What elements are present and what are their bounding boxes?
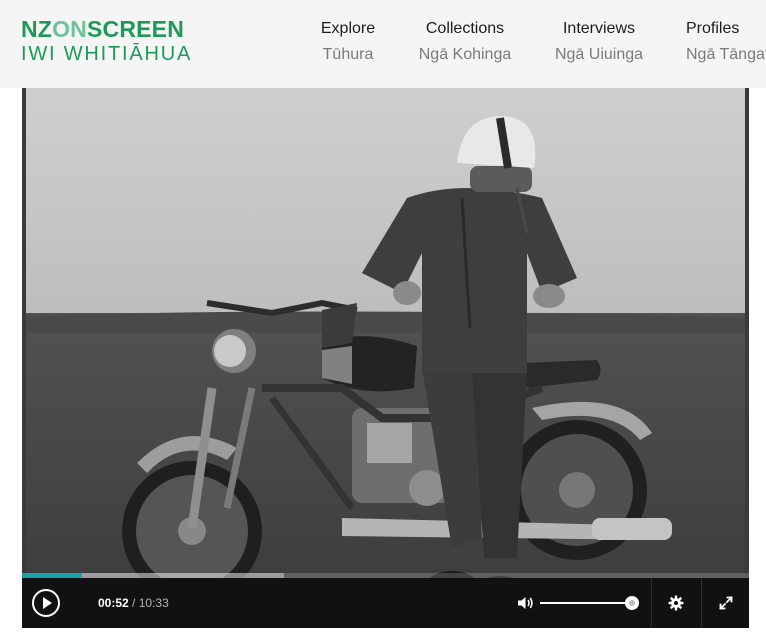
controls-divider: [701, 578, 702, 628]
play-icon[interactable]: [31, 588, 61, 618]
fullscreen-icon[interactable]: [719, 596, 733, 610]
video-player[interactable]: 00:52 / 10:33: [22, 88, 749, 628]
nav-item-interviews[interactable]: Interviews Ngā Uiuinga: [554, 19, 644, 65]
nav-label: Explore: [320, 20, 376, 37]
nav-item-profiles[interactable]: Profiles Ngā Tāngat: [686, 19, 766, 65]
controls-divider: [651, 578, 652, 628]
page-gutter: [749, 88, 766, 644]
nav-sublabel: Ngā Kohinga: [418, 46, 512, 63]
video-frame[interactable]: [22, 88, 749, 628]
nav-sublabel: Tūhura: [322, 46, 374, 63]
nav-sublabel: Ngā Uiuinga: [554, 46, 644, 63]
volume-knob[interactable]: [625, 596, 639, 610]
volume-level: [540, 602, 632, 604]
page-bottom: [0, 628, 766, 644]
time-display: 00:52 / 10:33: [98, 595, 169, 611]
site-header: NZONSCREEN IWI WHITIĀHUA Explore Tūhura …: [0, 0, 766, 88]
nav-item-collections[interactable]: Collections Ngā Kohinga: [418, 19, 512, 65]
time-separator: /: [132, 596, 136, 610]
current-time: 00:52: [98, 596, 129, 610]
gear-icon[interactable]: [668, 595, 684, 611]
duration: 10:33: [138, 596, 169, 610]
volume-slider[interactable]: [540, 596, 639, 610]
volume-icon[interactable]: [517, 595, 534, 611]
nav-sublabel: Ngā Tāngat: [686, 46, 766, 63]
main-nav: Explore Tūhura Collections Ngā Kohinga I…: [0, 19, 766, 69]
nav-item-explore[interactable]: Explore Tūhura: [320, 19, 376, 65]
nav-label: Collections: [425, 20, 505, 37]
player-controls: 00:52 / 10:33: [22, 578, 749, 628]
nav-label: Profiles: [686, 20, 740, 37]
nav-label: Interviews: [562, 20, 636, 37]
